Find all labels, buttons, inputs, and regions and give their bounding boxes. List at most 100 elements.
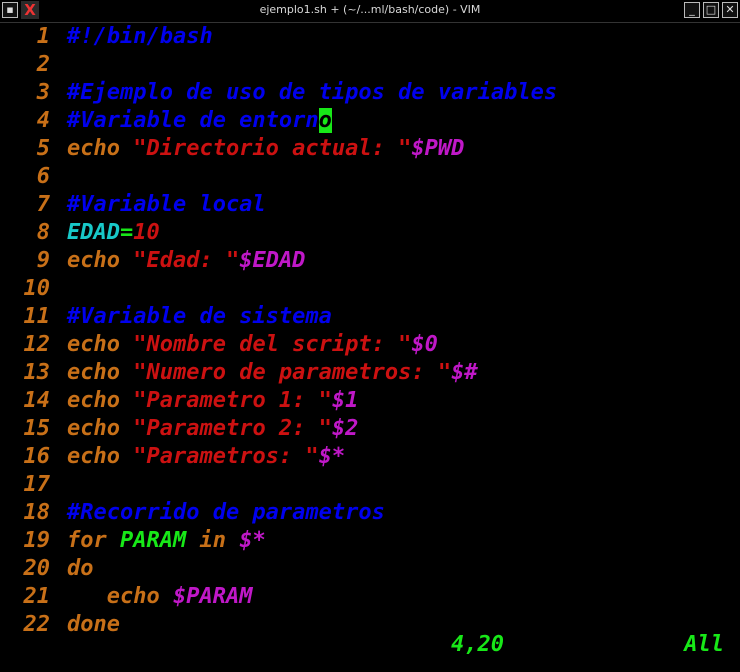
code-line[interactable]: 8 EDAD=10 [0,219,740,247]
code-token: do [67,556,94,581]
code-line[interactable]: 15 echo "Parametro 2: "$2 [0,415,740,443]
code-token: "Parametros: " [133,444,319,469]
code-line[interactable]: 6 [0,163,740,191]
line-number: 5 [36,136,50,161]
code-text: echo "Numero de parametros: "$# [67,359,478,387]
line-number: 20 [23,556,51,581]
line-number: 11 [23,304,51,329]
code-line[interactable]: 13 echo "Numero de parametros: "$# [0,359,740,387]
code-token: "Parametro 2: " [133,416,332,441]
line-number: 21 [23,584,51,609]
code-text: #Ejemplo de uso de tipos de variables [67,79,557,107]
code-token: #!/bin/bash [67,24,213,49]
code-text: for PARAM in $* [67,527,266,555]
line-number: 12 [23,332,51,357]
code-line[interactable]: 17 [0,471,740,499]
code-text: echo "Parametros: "$* [67,443,345,471]
code-token: #Variable local [67,192,266,217]
code-token: echo [67,444,134,469]
code-line[interactable]: 16 echo "Parametros: "$* [0,443,740,471]
code-token: = [119,220,134,245]
code-token: "Parametro 1: " [133,388,332,413]
code-text: #Variable de sistema [67,303,332,331]
code-line[interactable]: 7 #Variable local [0,191,740,219]
code-line[interactable]: 9 echo "Edad: "$EDAD [0,247,740,275]
code-token: $# [451,360,478,385]
code-text: do [67,555,94,583]
code-text: echo "Nombre del script: "$0 [67,331,438,359]
code-line[interactable]: 4 #Variable de entorno [0,107,740,135]
code-token: #Ejemplo de uso de tipos de variables [67,80,558,105]
code-token: $2 [331,416,359,441]
line-number: 8 [36,220,50,245]
code-token: #Recorrido de parametros [67,500,385,525]
code-token: $PARAM [172,584,253,609]
code-token: $* [318,444,346,469]
code-line[interactable]: 19 for PARAM in $* [0,527,740,555]
line-number: 3 [36,80,50,105]
line-number: 17 [23,472,51,497]
code-text: #Variable de entorno [67,107,332,135]
code-token: $EDAD [239,248,306,273]
code-token: for [67,528,120,553]
line-number: 4 [36,108,50,133]
code-token: echo [67,248,134,273]
maximize-icon[interactable]: □ [703,2,719,18]
code-text: #Variable local [67,191,266,219]
code-line[interactable]: 12 echo "Nombre del script: "$0 [0,331,740,359]
code-text: echo "Parametro 2: "$2 [67,415,358,443]
code-token: echo [67,416,134,441]
code-line[interactable]: 2 [0,51,740,79]
code-token: echo [67,584,173,609]
status-line: 4,20 All [0,631,740,659]
line-number: 19 [23,528,51,553]
line-number: 7 [36,192,50,217]
code-token: "Edad: " [133,248,240,273]
code-token: $* [239,528,266,553]
minimize-icon[interactable]: _ [684,2,700,18]
code-token: $PWD [411,136,465,161]
code-token: "Numero de parametros: " [133,360,452,385]
code-line[interactable]: 18 #Recorrido de parametros [0,499,740,527]
code-token: echo [67,332,134,357]
line-number: 9 [36,248,50,273]
window-titlebar[interactable]: ▪ X ejemplo1.sh + (~/...ml/bash/code) - … [0,0,740,23]
line-number: 10 [23,276,51,301]
code-token: echo [67,360,134,385]
code-token: $0 [411,332,438,357]
code-line[interactable]: 5 echo "Directorio actual: "$PWD [0,135,740,163]
code-token: $1 [331,388,359,413]
code-text: #!/bin/bash [67,23,213,51]
line-number: 15 [23,416,51,441]
code-token: #Variable de sistema [67,304,332,329]
text-cursor: o [318,108,332,133]
code-line[interactable]: 1 #!/bin/bash [0,23,740,51]
code-line[interactable]: 14 echo "Parametro 1: "$1 [0,387,740,415]
cursor-position: 4,20 [451,632,504,657]
code-line[interactable]: 11 #Variable de sistema [0,303,740,331]
code-token: echo [67,388,134,413]
code-token: "Nombre del script: " [133,332,412,357]
line-number: 1 [36,24,50,49]
code-line[interactable]: 20 do [0,555,740,583]
line-number: 16 [23,444,51,469]
code-text: echo "Parametro 1: "$1 [67,387,358,415]
vim-editor[interactable]: 1 #!/bin/bash 2 3 #Ejemplo de uso de tipos d… [0,23,740,672]
line-number: 6 [36,164,50,189]
window-title: ejemplo1.sh + (~/...ml/bash/code) - VIM [259,3,481,16]
line-number: 2 [36,52,50,77]
code-text: echo "Directorio actual: "$PWD [67,135,464,163]
code-token: EDAD [67,220,120,245]
code-line[interactable]: 3 #Ejemplo de uso de tipos de variables [0,79,740,107]
scroll-percent: All [684,632,724,657]
code-text: #Recorrido de parametros [67,499,385,527]
code-token: "Directorio actual: " [133,136,412,161]
code-line[interactable]: 21 echo $PARAM [0,583,740,611]
code-line[interactable]: 10 [0,275,740,303]
code-token: PARAM [119,528,187,553]
close-icon[interactable]: ✕ [722,2,738,18]
code-text: echo $PARAM [67,583,253,611]
line-number: 13 [23,360,51,385]
line-number: 18 [23,500,51,525]
code-token: #Variable de entorn [67,108,319,133]
